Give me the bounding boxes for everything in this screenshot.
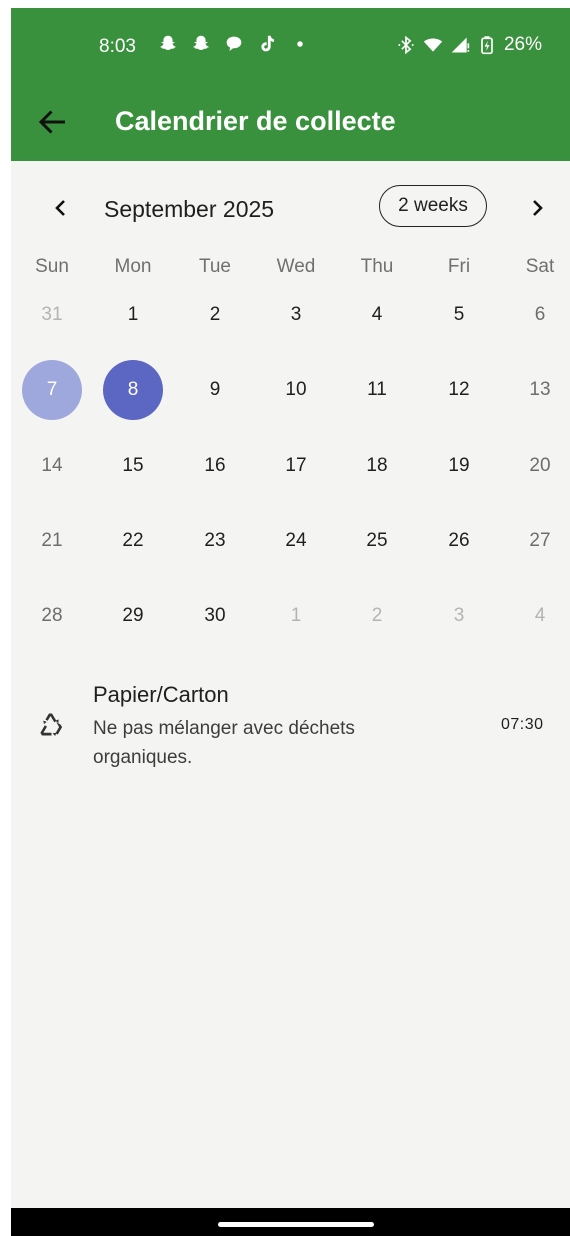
calendar-day[interactable]: 25: [347, 511, 407, 571]
calendar-day[interactable]: 11: [347, 360, 407, 420]
calendar-day-selected[interactable]: 8: [103, 360, 163, 420]
arrow-back-icon[interactable]: [35, 104, 71, 140]
calendar-day[interactable]: 18: [347, 436, 407, 496]
calendar-day-today[interactable]: 7: [22, 360, 82, 420]
system-navigation-bar: [11, 1208, 570, 1236]
calendar-day[interactable]: 20: [510, 436, 570, 496]
calendar-day[interactable]: 13: [510, 360, 570, 420]
weekday-label: Tue: [198, 256, 232, 277]
calendar-day[interactable]: 4: [347, 285, 407, 345]
event-description: Ne pas mélanger avec déchets organiques.: [93, 718, 355, 768]
signal-icon: [451, 37, 470, 53]
calendar-day[interactable]: 23: [185, 511, 245, 571]
page-title: Calendrier de collecte: [115, 106, 396, 136]
calendar-day[interactable]: 19: [429, 436, 489, 496]
calendar-day[interactable]: 2: [185, 285, 245, 345]
calendar-format-button[interactable]: 2 weeks: [379, 185, 487, 227]
system-status: 26%: [396, 34, 542, 56]
dot-icon: [297, 41, 303, 47]
weekday-label: Sat: [525, 256, 555, 277]
recycle-icon: [40, 713, 63, 736]
snapchat-icon: [193, 35, 209, 50]
calendar-day[interactable]: 26: [429, 511, 489, 571]
calendar-day[interactable]: 16: [185, 436, 245, 496]
app-bar: Calendrier de collecte: [11, 84, 570, 161]
calendar-day[interactable]: 12: [429, 360, 489, 420]
calendar-day[interactable]: 5: [429, 285, 489, 345]
status-time: 8:03: [99, 36, 136, 57]
event-list-item[interactable]: Papier/Carton Ne pas mélanger avec déche…: [11, 680, 570, 780]
calendar-day[interactable]: 31: [22, 285, 82, 345]
snapchat-icon: [160, 35, 176, 50]
tiktok-icon: [261, 35, 274, 52]
weekday-label: Sun: [35, 256, 69, 277]
weekday-label: Fri: [447, 256, 471, 277]
weekday-label: Wed: [276, 256, 316, 277]
app-screen: 8:03 26% Calendrier de collecte Septembe…: [11, 8, 570, 1236]
month-title: September 2025: [104, 196, 275, 222]
calendar-day[interactable]: 3: [266, 285, 326, 345]
calendar-day[interactable]: 6: [510, 285, 570, 345]
battery-percentage: 26%: [503, 34, 542, 55]
calendar-day[interactable]: 2: [347, 586, 407, 646]
calendar-day[interactable]: 21: [22, 511, 82, 571]
wifi-icon: [423, 38, 443, 52]
status-bar: 8:03 26%: [11, 8, 570, 84]
home-gesture-handle[interactable]: [218, 1222, 374, 1227]
weekday-label: Thu: [360, 256, 394, 277]
calendar-day[interactable]: 1: [266, 586, 326, 646]
calendar-day[interactable]: 14: [22, 436, 82, 496]
calendar-day[interactable]: 29: [103, 586, 163, 646]
battery-charging-icon: [481, 36, 493, 55]
calendar-day[interactable]: 1: [103, 285, 163, 345]
calendar-day[interactable]: 10: [266, 360, 326, 420]
chat-bubble-icon: [226, 36, 242, 51]
event-title: Papier/Carton: [93, 682, 229, 707]
notification-icons: [157, 33, 311, 55]
calendar-day[interactable]: 3: [429, 586, 489, 646]
weekday-labels: Sun Mon Tue Wed Thu Fri Sat: [11, 256, 570, 280]
bluetooth-icon: [398, 35, 414, 55]
weekday-label: Mon: [114, 256, 152, 277]
calendar-day[interactable]: 17: [266, 436, 326, 496]
calendar-day[interactable]: 30: [185, 586, 245, 646]
event-time: 07:30: [501, 716, 544, 733]
chevron-left-icon[interactable]: [49, 196, 73, 220]
calendar-header: September 2025 2 weeks: [11, 184, 570, 234]
calendar-day[interactable]: 27: [510, 511, 570, 571]
calendar-day[interactable]: 24: [266, 511, 326, 571]
chevron-right-icon[interactable]: [525, 196, 549, 220]
calendar-day[interactable]: 4: [510, 586, 570, 646]
calendar-day[interactable]: 9: [185, 360, 245, 420]
calendar-day[interactable]: 15: [103, 436, 163, 496]
calendar-day[interactable]: 22: [103, 511, 163, 571]
calendar-day[interactable]: 28: [22, 586, 82, 646]
